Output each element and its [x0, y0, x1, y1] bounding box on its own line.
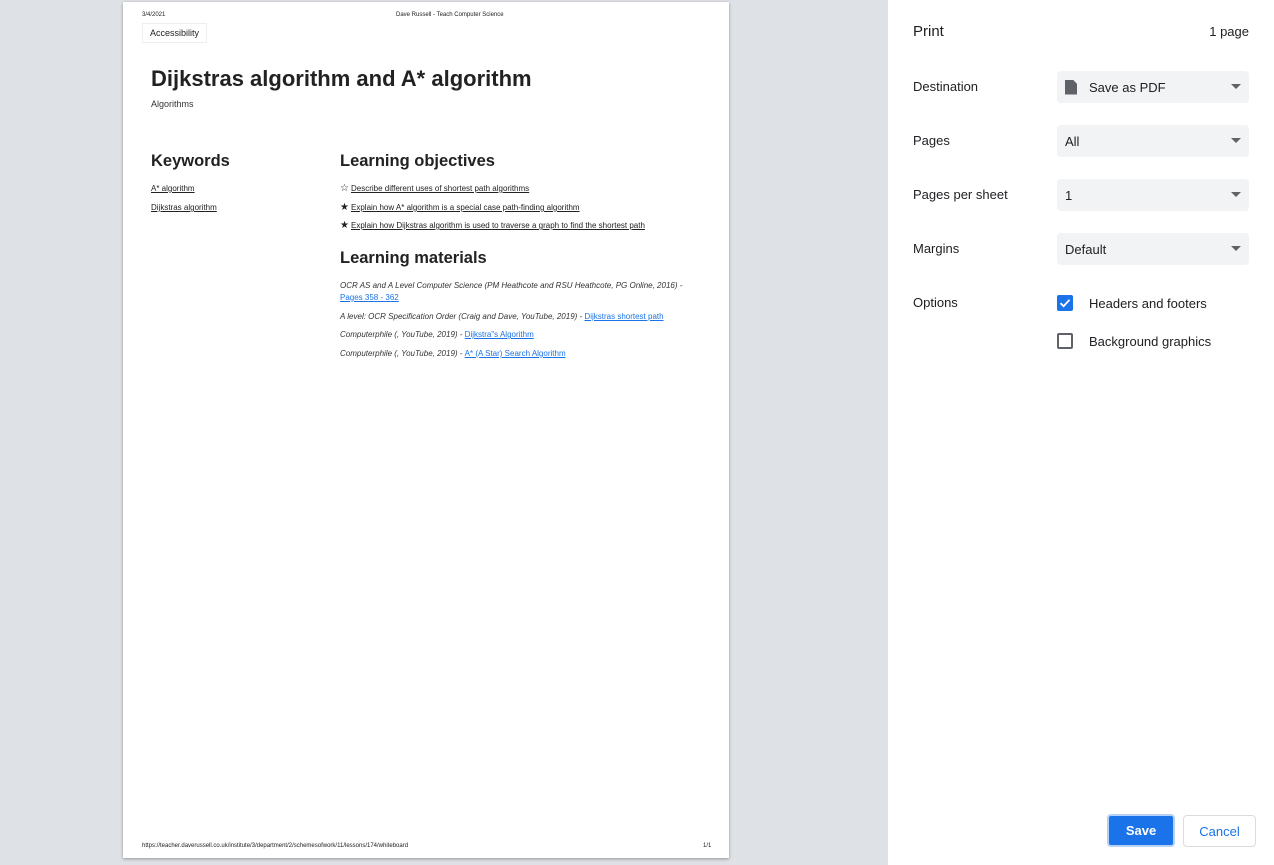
cancel-button[interactable]: Cancel [1183, 815, 1256, 847]
print-title: Print [913, 23, 944, 40]
footer-url: https://teacher.daverussell.co.uk/instit… [142, 843, 409, 849]
margins-value: Default [1065, 241, 1107, 257]
star-outline-icon: ☆ [340, 182, 349, 194]
keyword-link: A* algorithm [151, 184, 195, 193]
print-preview-area[interactable]: 3/4/2021 Dave Russell - Teach Computer S… [0, 0, 888, 865]
star-filled-icon: ★ [340, 201, 349, 213]
material-item: Computerphile (, YouTube, 2019) - Dijkst… [340, 329, 700, 341]
pages-per-sheet-value: 1 [1065, 187, 1073, 203]
page-title: Dijkstras algorithm and A* algorithm [151, 66, 532, 91]
headers-footers-label[interactable]: Headers and footers [1089, 296, 1207, 311]
objectives-heading: Learning objectives [340, 152, 495, 170]
pages-select[interactable]: All [1057, 125, 1249, 157]
margins-select[interactable]: Default [1057, 233, 1249, 265]
destination-label: Destination [913, 79, 979, 94]
headers-footers-checkbox[interactable] [1057, 295, 1073, 311]
chevron-down-icon [1231, 138, 1241, 143]
document-icon [1065, 79, 1077, 95]
options-label: Options [913, 295, 958, 310]
material-link: Dijkstras shortest path [584, 312, 664, 321]
accessibility-button: Accessibility [142, 23, 208, 43]
objective-text: Explain how Dijkstras algorithm is used … [351, 221, 645, 230]
save-button[interactable]: Save [1107, 814, 1175, 847]
material-link: A* (A Star) Search Algorithm [464, 349, 566, 358]
objective-text: Describe different uses of shortest path… [351, 184, 530, 193]
header-title: Dave Russell - Teach Computer Science [396, 12, 504, 18]
margins-label: Margins [913, 241, 960, 256]
material-source: A level: OCR Specification Order (Craig … [340, 312, 585, 321]
header-date: 3/4/2021 [142, 12, 166, 18]
chevron-down-icon [1231, 246, 1241, 251]
footer-page-number: 1/1 [703, 843, 712, 849]
material-link: Pages 358 - 362 [340, 293, 399, 302]
objective-item: ★ Explain how Dijkstras algorithm is use… [340, 219, 645, 231]
star-filled-icon: ★ [340, 219, 349, 231]
page-count: 1 page [1209, 24, 1249, 39]
pages-per-sheet-select[interactable]: 1 [1057, 179, 1249, 211]
background-graphics-checkbox[interactable] [1057, 333, 1073, 349]
destination-select[interactable]: Save as PDF [1057, 71, 1249, 103]
page-subtitle: Algorithms [151, 99, 194, 109]
pages-per-sheet-label: Pages per sheet [913, 187, 1008, 202]
chevron-down-icon [1231, 84, 1241, 89]
keywords-heading: Keywords [151, 152, 230, 170]
destination-value: Save as PDF [1089, 79, 1166, 95]
material-source: Computerphile (, YouTube, 2019) - [340, 349, 465, 358]
keyword-link: Dijkstras algorithm [151, 203, 217, 212]
material-source: Computerphile (, YouTube, 2019) - [340, 330, 465, 339]
preview-page: 3/4/2021 Dave Russell - Teach Computer S… [123, 2, 729, 858]
materials-heading: Learning materials [340, 249, 487, 267]
objective-item: ☆ Describe different uses of shortest pa… [340, 182, 530, 194]
checkmark-icon [1059, 299, 1071, 308]
print-settings-panel: Print 1 page Destination Save as PDF Pag… [888, 0, 1274, 865]
pages-value: All [1065, 133, 1080, 149]
objective-text: Explain how A* algorithm is a special ca… [351, 203, 580, 212]
chevron-down-icon [1231, 192, 1241, 197]
material-source: OCR AS and A Level Computer Science (PM … [340, 281, 683, 290]
material-link: Dijkstra"s Algorithm [464, 330, 534, 339]
background-graphics-label[interactable]: Background graphics [1089, 334, 1211, 349]
material-item: A level: OCR Specification Order (Craig … [340, 311, 700, 323]
objective-item: ★ Explain how A* algorithm is a special … [340, 201, 580, 213]
material-item: OCR AS and A Level Computer Science (PM … [340, 280, 700, 304]
pages-label: Pages [913, 133, 950, 148]
material-item: Computerphile (, YouTube, 2019) - A* (A … [340, 348, 700, 360]
